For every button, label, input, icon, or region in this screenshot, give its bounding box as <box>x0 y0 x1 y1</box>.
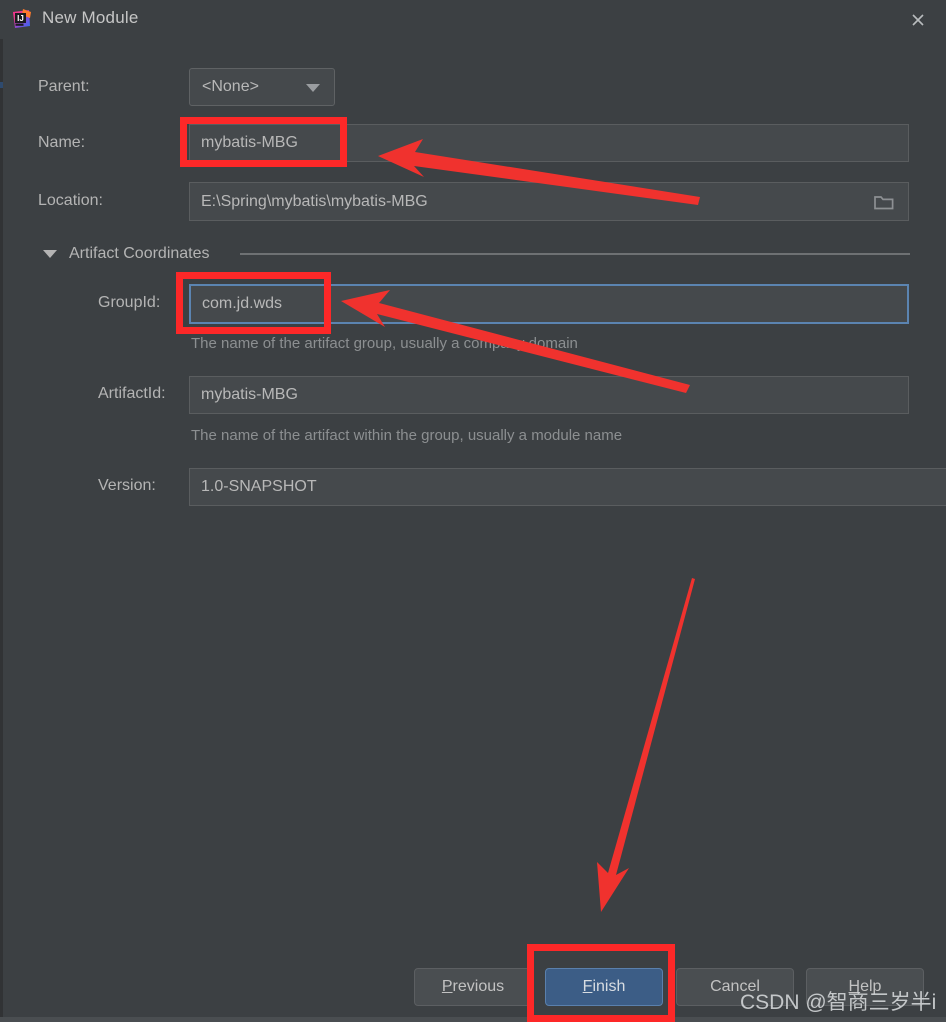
name-input-value: mybatis-MBG <box>201 134 298 151</box>
close-icon[interactable] <box>900 4 936 36</box>
location-input-value: E:\Spring\mybatis\mybatis-MBG <box>201 192 428 210</box>
window-left-edge-accent <box>0 82 3 88</box>
intellij-idea-icon: IJ <box>9 7 33 31</box>
folder-icon[interactable] <box>874 194 894 216</box>
window-title: New Module <box>42 8 139 27</box>
csdn-watermark: CSDN @智商三岁半i <box>740 991 937 1014</box>
version-label: Version: <box>98 477 156 494</box>
artifact-coordinates-header[interactable]: Artifact Coordinates <box>69 245 210 263</box>
finish-button-label: Finish <box>582 978 626 995</box>
name-input[interactable]: mybatis-MBG <box>189 124 909 162</box>
groupid-input[interactable]: com.jd.wds <box>189 284 909 324</box>
artifactid-label: ArtifactId: <box>98 385 166 402</box>
location-input[interactable]: E:\Spring\mybatis\mybatis-MBG <box>189 182 909 221</box>
artifactid-hint: The name of the artifact within the grou… <box>191 427 623 444</box>
window-bottom-edge <box>0 1017 946 1022</box>
previous-button[interactable]: Previous <box>414 968 532 1006</box>
title-bar: IJ New Module <box>0 0 946 39</box>
parent-label: Parent: <box>38 78 90 95</box>
svg-text:IJ: IJ <box>17 14 24 23</box>
name-label: Name: <box>38 134 86 151</box>
parent-dropdown[interactable]: <None> <box>189 68 335 106</box>
location-label: Location: <box>38 192 103 209</box>
window-left-edge <box>0 0 3 1022</box>
previous-button-label: Previous <box>441 978 505 995</box>
artifactid-input[interactable]: mybatis-MBG <box>189 376 909 414</box>
artifactid-input-value: mybatis-MBG <box>201 386 298 403</box>
version-input-value: 1.0-SNAPSHOT <box>201 478 317 495</box>
section-divider <box>240 253 910 255</box>
chevron-down-icon <box>306 84 320 92</box>
groupid-hint: The name of the artifact group, usually … <box>191 335 578 352</box>
parent-dropdown-value: <None> <box>202 78 259 95</box>
new-module-dialog: IJ New Module Parent: <None> Name: mybat… <box>0 0 946 1022</box>
triangle-down-icon[interactable] <box>43 250 57 258</box>
finish-button[interactable]: Finish <box>545 968 663 1006</box>
groupid-label: GroupId: <box>98 294 161 311</box>
groupid-input-value: com.jd.wds <box>202 295 283 312</box>
version-input[interactable]: 1.0-SNAPSHOT <box>189 468 946 506</box>
arrow-to-finish-button <box>597 578 695 912</box>
